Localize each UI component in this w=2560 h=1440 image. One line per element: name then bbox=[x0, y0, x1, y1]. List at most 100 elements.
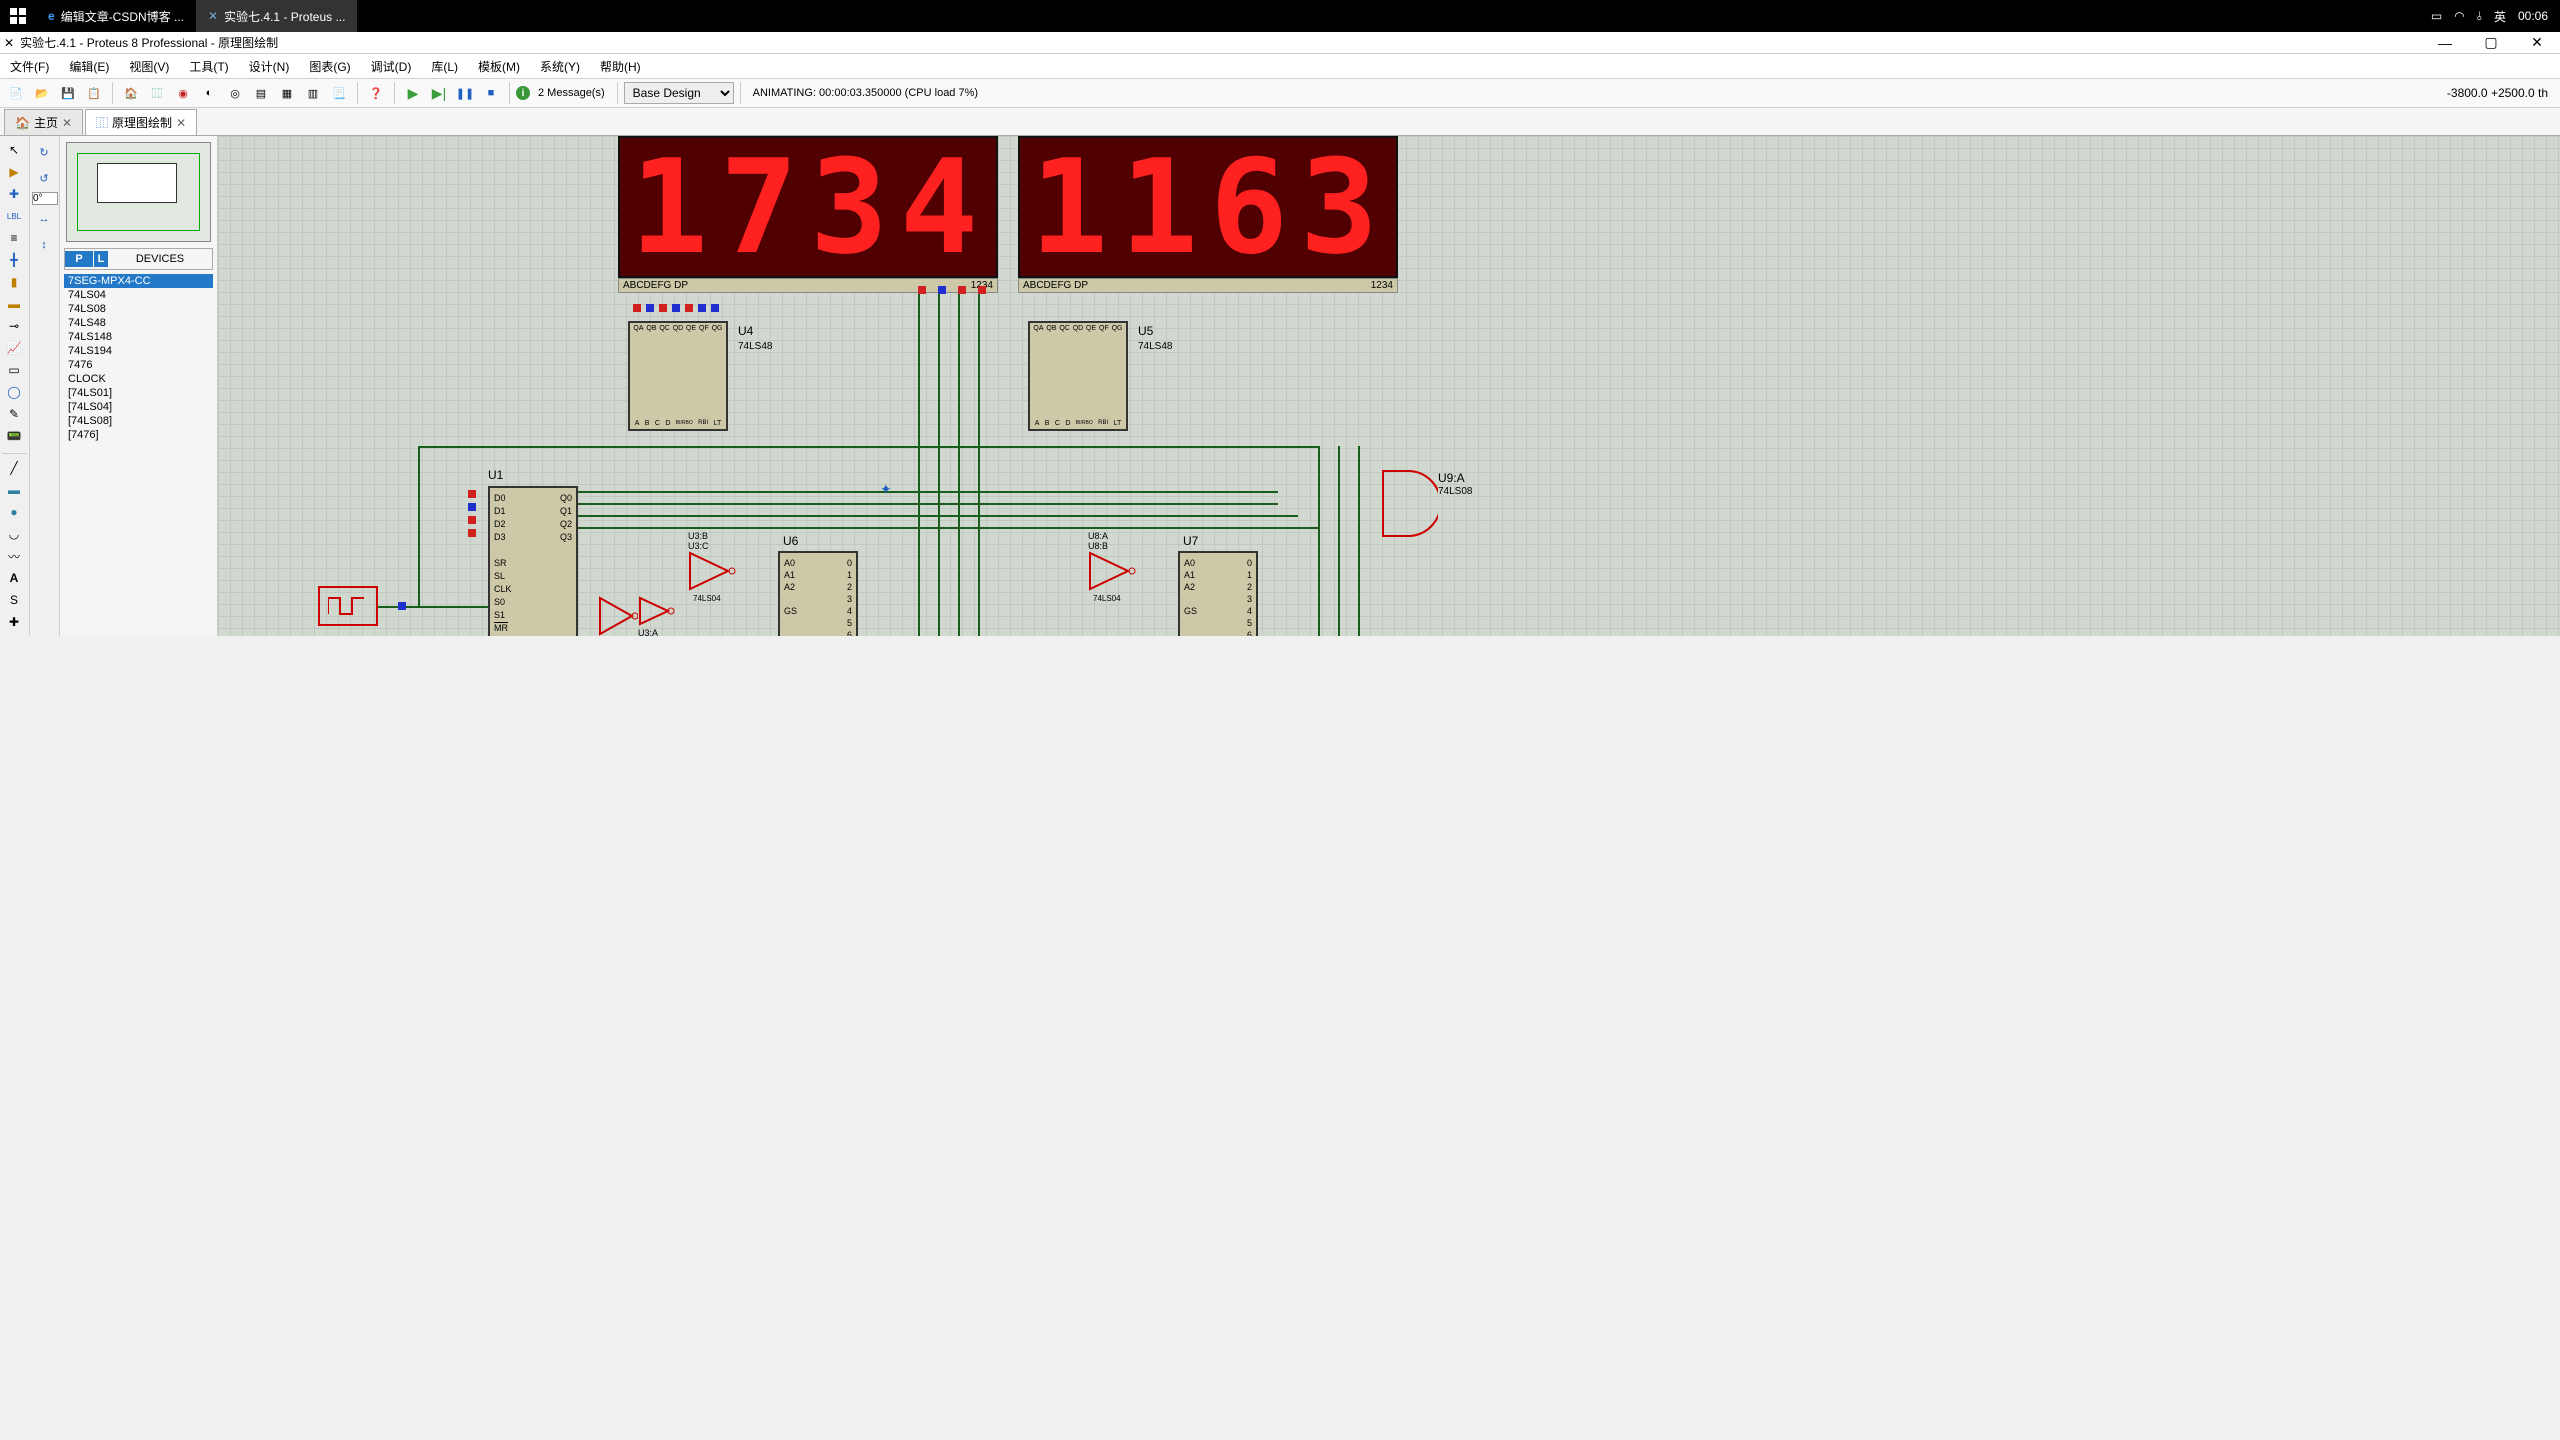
pause-button[interactable]: ❚❚ bbox=[453, 81, 477, 105]
step-button[interactable]: ▶| bbox=[427, 81, 451, 105]
taskbar-app-proteus[interactable]: ✕ 实验七.4.1 - Proteus ... bbox=[196, 0, 357, 32]
device-item[interactable]: 74LS194 bbox=[64, 344, 213, 358]
device-item[interactable]: 74LS48 bbox=[64, 316, 213, 330]
tab-schematic[interactable]: ⿲ 原理图绘制 ✕ bbox=[85, 109, 197, 135]
device-item[interactable]: [7476] bbox=[64, 428, 213, 442]
rotation-input[interactable] bbox=[32, 192, 58, 205]
maximize-button[interactable]: ▢ bbox=[2468, 32, 2514, 54]
import-button[interactable]: 📋 bbox=[82, 81, 106, 105]
device-item[interactable]: [74LS01] bbox=[64, 386, 213, 400]
probe-tool[interactable]: ✎ bbox=[2, 404, 26, 424]
tab-home[interactable]: 🏠 主页 ✕ bbox=[4, 109, 83, 135]
pcb-button[interactable]: ◉ bbox=[171, 81, 195, 105]
device-item[interactable]: 7SEG-MPX4-CC bbox=[64, 274, 213, 288]
rotate-cw-button[interactable]: ↻ bbox=[32, 140, 56, 164]
label-tool[interactable]: LBL bbox=[2, 206, 26, 226]
subcircuit-tool[interactable]: ▮ bbox=[2, 272, 26, 292]
menu-view[interactable]: 视图(V) bbox=[123, 56, 175, 77]
help-button[interactable]: ❓ bbox=[364, 81, 388, 105]
device-item[interactable]: 74LS04 bbox=[64, 288, 213, 302]
select-tool[interactable]: ↖ bbox=[2, 140, 26, 160]
flip-h-button[interactable]: ↔ bbox=[32, 207, 56, 231]
pin-tool[interactable]: ⊸ bbox=[2, 316, 26, 336]
chip-u4[interactable]: QAQBQCQDQEQFQG ABCDBI/RBORBILT bbox=[628, 321, 728, 431]
text-tool[interactable]: ≡ bbox=[2, 228, 26, 248]
menu-graph[interactable]: 图表(G) bbox=[303, 56, 356, 77]
taskbar-app-edge[interactable]: e 编辑文章-CSDN博客 ... bbox=[36, 0, 196, 32]
device-item[interactable]: 7476 bbox=[64, 358, 213, 372]
gate-u3a[interactable] bbox=[638, 596, 678, 629]
menu-tools[interactable]: 工具(T) bbox=[183, 56, 234, 77]
gate-u8[interactable] bbox=[1088, 551, 1138, 594]
flip-v-button[interactable]: ↕ bbox=[32, 233, 56, 257]
menu-help[interactable]: 帮助(H) bbox=[594, 56, 647, 77]
new-button[interactable]: 📄 bbox=[4, 81, 28, 105]
arc-tool[interactable]: ◡ bbox=[2, 524, 26, 544]
wifi-icon[interactable]: ◠ bbox=[2454, 9, 2464, 23]
chip-u7[interactable]: A00 A11 A22 3 GS4 567 EOEI bbox=[1178, 551, 1258, 636]
rotate-ccw-button[interactable]: ↺ bbox=[32, 166, 56, 190]
code-button[interactable]: ▦ bbox=[275, 81, 299, 105]
gate-u3bc[interactable] bbox=[688, 551, 738, 594]
tape-tool[interactable]: ▭ bbox=[2, 360, 26, 380]
save-button[interactable]: 💾 bbox=[56, 81, 80, 105]
chip-u5[interactable]: QAQBQCQDQEQFQG ABCDBI/RBORBILT bbox=[1028, 321, 1128, 431]
device-item[interactable]: CLOCK bbox=[64, 372, 213, 386]
text2-tool[interactable]: A bbox=[2, 568, 26, 588]
device-item[interactable]: [74LS04] bbox=[64, 400, 213, 414]
component-tool[interactable]: ▶ bbox=[2, 162, 26, 182]
devices-list[interactable]: 7SEG-MPX4-CC 74LS04 74LS08 74LS48 74LS14… bbox=[64, 274, 213, 442]
open-button[interactable]: 📂 bbox=[30, 81, 54, 105]
instrument-tool[interactable]: 📟 bbox=[2, 426, 26, 446]
minimize-button[interactable]: — bbox=[2422, 32, 2468, 54]
device-item[interactable]: [74LS08] bbox=[64, 414, 213, 428]
home-button[interactable]: 🏠 bbox=[119, 81, 143, 105]
menu-design[interactable]: 设计(N) bbox=[243, 56, 296, 77]
menu-edit[interactable]: 编辑(E) bbox=[63, 56, 115, 77]
minimap[interactable] bbox=[66, 142, 211, 242]
p-button[interactable]: P bbox=[65, 251, 93, 267]
origin-tool[interactable]: ✚ bbox=[2, 612, 26, 632]
vsm-button[interactable]: ▥ bbox=[301, 81, 325, 105]
gate-u2a[interactable] bbox=[598, 596, 638, 636]
chip-u1[interactable]: D0Q0 D1Q1 D2Q2 D3Q3 SRSLCLKS0S1MR bbox=[488, 486, 578, 636]
schematic-button[interactable]: ⿲ bbox=[145, 81, 169, 105]
symbol-tool[interactable]: S bbox=[2, 590, 26, 610]
3d-button[interactable]: ◐ bbox=[197, 81, 221, 105]
menu-file[interactable]: 文件(F) bbox=[4, 56, 55, 77]
close-icon[interactable]: ✕ bbox=[176, 116, 186, 130]
line-tool[interactable]: ╱ bbox=[2, 458, 26, 478]
notes-button[interactable]: 📃 bbox=[327, 81, 351, 105]
menu-library[interactable]: 库(L) bbox=[425, 56, 464, 77]
menu-debug[interactable]: 调试(D) bbox=[365, 56, 418, 77]
box-tool[interactable]: ▬ bbox=[2, 480, 26, 500]
seven-seg-display-1[interactable]: 1734 ABCDEFG DP1234 bbox=[618, 136, 998, 293]
gerber-button[interactable]: ◎ bbox=[223, 81, 247, 105]
menu-template[interactable]: 模板(M) bbox=[472, 56, 526, 77]
close-icon[interactable]: ✕ bbox=[62, 116, 72, 130]
bus-tool[interactable]: ╋ bbox=[2, 250, 26, 270]
device-item[interactable]: 74LS148 bbox=[64, 330, 213, 344]
chip-u6[interactable]: A00 A11 A22 3 GS4 567 EOEI bbox=[778, 551, 858, 636]
clock[interactable]: 00:06 bbox=[2518, 9, 2548, 23]
bom-button[interactable]: ▤ bbox=[249, 81, 273, 105]
gate-u9a[interactable] bbox=[1378, 466, 1438, 549]
circle-tool[interactable]: ● bbox=[2, 502, 26, 522]
menu-system[interactable]: 系统(Y) bbox=[534, 56, 586, 77]
path-tool[interactable]: 〰 bbox=[2, 546, 26, 566]
play-button[interactable]: ▶ bbox=[401, 81, 425, 105]
schematic-canvas[interactable]: 1734 ABCDEFG DP1234 1163 ABCDEFG DP1234 … bbox=[218, 136, 2560, 636]
start-button[interactable] bbox=[0, 0, 36, 32]
graph-tool[interactable]: 📈 bbox=[2, 338, 26, 358]
l-button[interactable]: L bbox=[94, 251, 108, 267]
junction-tool[interactable]: ✚ bbox=[2, 184, 26, 204]
ime-indicator[interactable]: 英 bbox=[2494, 8, 2506, 25]
generator-tool[interactable]: ◯ bbox=[2, 382, 26, 402]
stop-button[interactable]: ■ bbox=[479, 81, 503, 105]
network-icon[interactable]: ⫰ bbox=[2477, 9, 2482, 24]
seven-seg-display-2[interactable]: 1163 ABCDEFG DP1234 bbox=[1018, 136, 1398, 293]
battery-icon[interactable]: ▭ bbox=[2431, 9, 2442, 23]
messages-count[interactable]: 2 Message(s) bbox=[532, 87, 611, 99]
clock-generator[interactable] bbox=[318, 586, 378, 626]
close-button[interactable]: ✕ bbox=[2514, 32, 2560, 54]
